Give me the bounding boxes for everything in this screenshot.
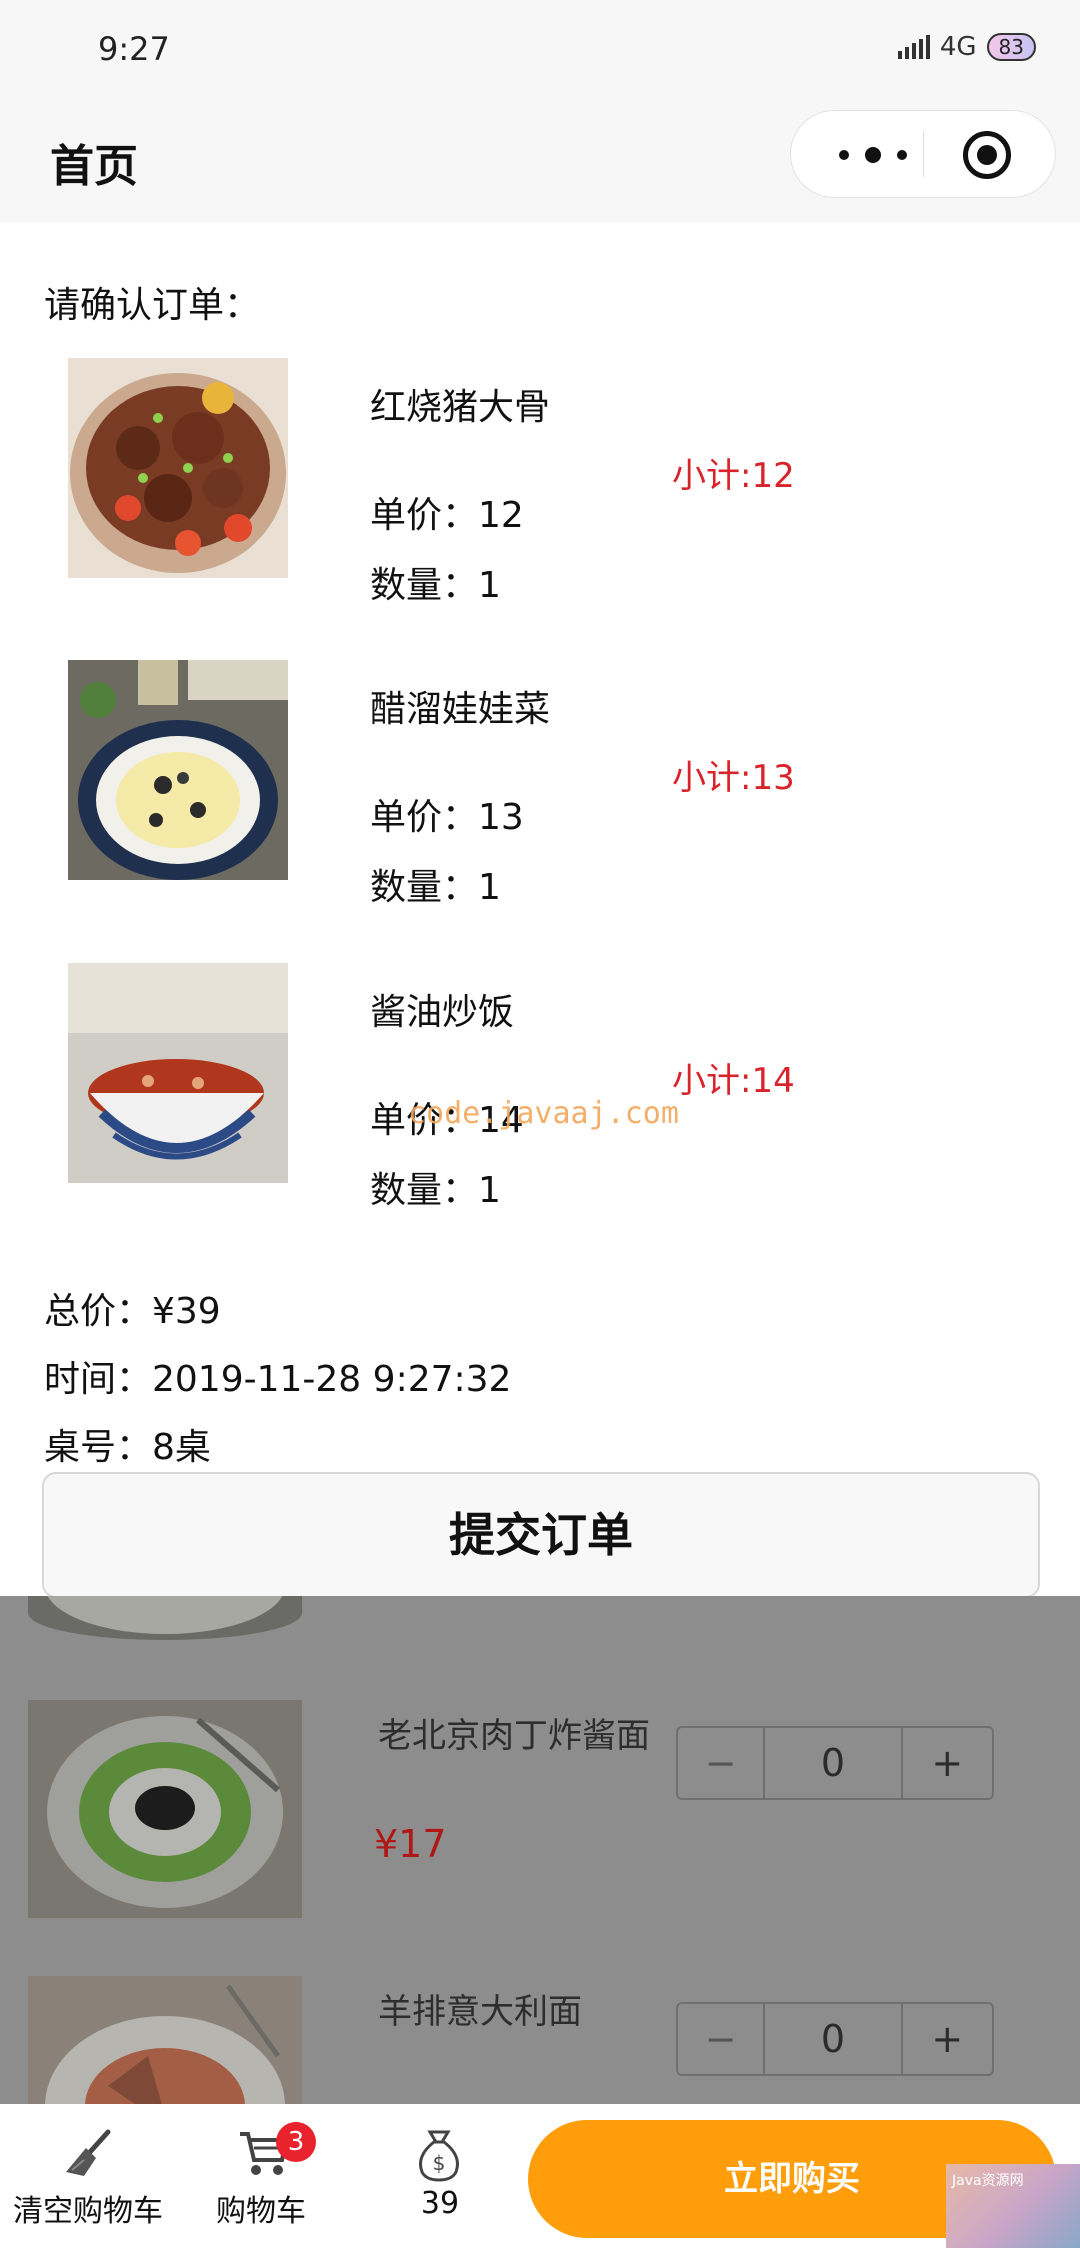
status-bar: 9:27 4G 83 — [0, 0, 1080, 100]
bottom-bar: 清空购物车 购物车 3 $ 39 立即购买 — [0, 2104, 1080, 2248]
money-bag-icon: $ — [419, 2130, 459, 2182]
mini-program-capsule — [790, 110, 1056, 198]
order-item: 酱油炒饭 单价：14 数量：1 小计:14 — [0, 963, 1080, 1213]
signal-icon — [897, 35, 930, 59]
more-dots-icon[interactable] — [829, 111, 919, 197]
target-icon[interactable] — [963, 131, 1011, 179]
status-time: 9:27 — [98, 30, 170, 68]
order-item-name: 酱油炒饭 — [370, 992, 515, 1033]
total-tab: $ 39 — [400, 2104, 480, 2248]
decrease-button[interactable]: − — [678, 1728, 766, 1798]
order-item-name: 红烧猪大骨 — [370, 387, 551, 428]
order-item-quantity: 数量：1 — [370, 867, 501, 908]
order-item-price: 单价：12 — [370, 495, 524, 536]
order-item-name: 醋溜娃娃菜 — [370, 689, 551, 730]
order-time: 时间：2019-11-28 9:27:32 — [44, 1359, 512, 1400]
order-item: 醋溜娃娃菜 单价：13 数量：1 小计:13 — [0, 660, 1080, 910]
increase-button[interactable]: + — [903, 1728, 992, 1798]
order-item: 红烧猪大骨 单价：12 数量：1 小计:12 — [0, 358, 1080, 608]
quantity-stepper: − 0 + — [676, 1726, 994, 1800]
submit-order-button[interactable]: 提交订单 — [42, 1472, 1040, 1598]
order-item-quantity: 数量：1 — [370, 565, 501, 606]
clear-cart-tab[interactable]: 清空购物车 — [0, 2104, 176, 2248]
order-item-subtotal: 小计:13 — [672, 758, 795, 798]
watermark-text: code.javaaj.com — [408, 1096, 679, 1131]
menu-dish-name: 羊排意大利面 — [378, 1992, 582, 2032]
order-confirm-title: 请确认订单： — [44, 285, 261, 326]
page-title: 首页 — [50, 141, 138, 192]
quantity-stepper: − 0 + — [676, 2002, 994, 2076]
total-amount: 39 — [420, 2186, 460, 2221]
order-item-subtotal: 小计:14 — [672, 1061, 795, 1101]
dish-image — [28, 1596, 302, 1640]
status-indicators: 4G 83 — [897, 32, 1036, 62]
corner-ad-text: Java资源网 — [952, 2173, 1024, 2189]
clear-cart-label: 清空购物车 — [13, 2194, 163, 2229]
cart-label: 购物车 — [216, 2194, 306, 2229]
quantity-value: 0 — [765, 2004, 903, 2074]
order-item-quantity: 数量：1 — [370, 1170, 501, 1211]
order-total: 总价：¥39 — [44, 1291, 221, 1332]
menu-dish-price: ¥17 — [374, 1822, 447, 1866]
svg-text:$: $ — [433, 2151, 446, 2175]
network-type: 4G — [939, 32, 977, 62]
dish-image — [68, 358, 288, 578]
order-item-price: 单价：13 — [370, 797, 524, 838]
cart-count-badge: 3 — [276, 2122, 316, 2162]
table-number: 桌号：8桌 — [44, 1427, 211, 1468]
quantity-value: 0 — [765, 1728, 903, 1798]
dish-image — [68, 660, 288, 880]
dish-image — [28, 1700, 302, 1918]
dish-image — [28, 1976, 302, 2104]
order-item-subtotal: 小计:12 — [672, 456, 795, 496]
decrease-button[interactable]: − — [678, 2004, 766, 2074]
menu-list-overlay: 老北京肉丁炸酱面 ¥17 − 0 + 羊排意大利面 − 0 + — [0, 1596, 1080, 2104]
corner-ad-image: Java资源网 — [946, 2164, 1080, 2248]
increase-button[interactable]: + — [903, 2004, 992, 2074]
broom-icon — [66, 2129, 111, 2176]
capsule-divider — [923, 131, 924, 177]
battery-icon: 83 — [986, 33, 1036, 61]
dish-image — [68, 963, 288, 1183]
navigation-bar: 首页 — [0, 100, 1080, 222]
menu-dish-name: 老北京肉丁炸酱面 — [378, 1716, 650, 1756]
